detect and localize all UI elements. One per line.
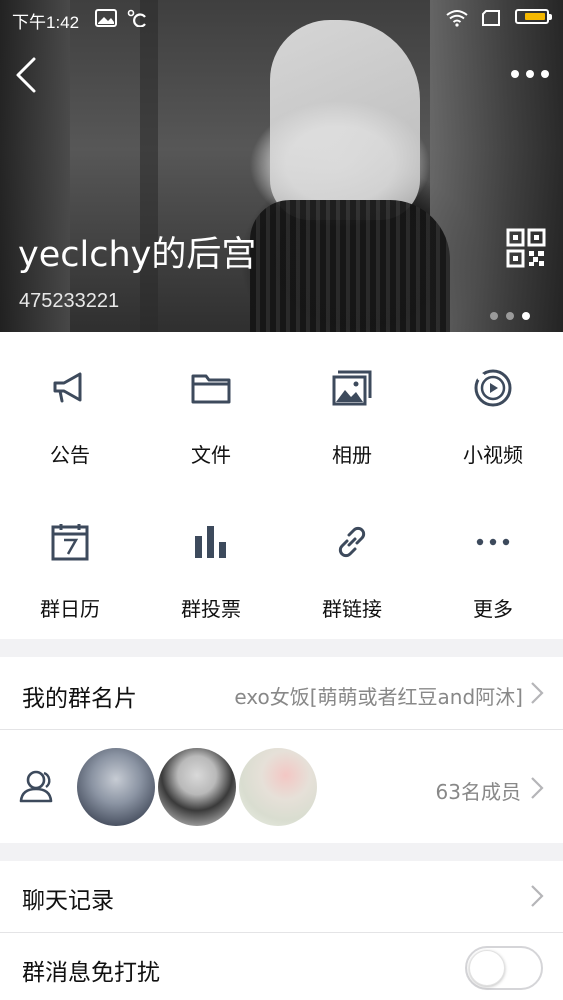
video-icon <box>474 369 512 407</box>
feature-label: 相册 <box>332 443 372 467</box>
my-group-card-value: exo女饭[萌萌或者红豆and阿沐] <box>234 685 523 709</box>
announcement-icon <box>53 372 82 403</box>
feature-short-video[interactable]: 小视频 <box>423 332 563 482</box>
wifi-icon <box>446 10 468 27</box>
feature-vote[interactable]: 群投票 <box>141 486 281 636</box>
cover-photo-shape <box>0 0 70 332</box>
qr-code-button[interactable] <box>506 228 546 268</box>
more-options-button[interactable] <box>508 64 552 84</box>
more-icon <box>476 538 510 546</box>
battery-icon <box>515 9 552 24</box>
group-name: yeclchy的后宫 <box>18 235 257 275</box>
toggle-knob <box>469 950 505 986</box>
status-bar: 下午1:42 <box>0 0 563 34</box>
status-time: 下午1:42 <box>12 13 80 32</box>
feature-calendar[interactable]: 群日历 <box>0 486 140 636</box>
cover-photo-shape <box>250 200 450 332</box>
feature-files[interactable]: 文件 <box>141 332 281 482</box>
chevron-right-icon <box>531 777 544 799</box>
member-count: 63名成员 <box>435 780 521 804</box>
members-row[interactable]: 63名成员 <box>0 730 563 843</box>
members-icon <box>19 770 53 803</box>
calendar-icon <box>51 524 89 561</box>
cover-photo-shape <box>140 0 158 332</box>
group-cover-header: 下午1:42 yeclchy的后宫 475233221 <box>0 0 563 332</box>
vote-icon <box>195 526 226 558</box>
group-profile-screen: 下午1:42 yeclchy的后宫 475233221 公告 文件 相册 小视频… <box>0 0 563 1000</box>
image-notification-icon <box>95 9 117 27</box>
album-icon <box>332 370 372 406</box>
feature-label: 群投票 <box>181 597 241 621</box>
page-dot-active <box>522 312 530 320</box>
chat-history-row[interactable]: 聊天记录 <box>0 861 563 932</box>
link-icon <box>338 526 366 558</box>
chevron-right-icon <box>531 885 544 907</box>
page-dot <box>490 312 498 320</box>
feature-label: 文件 <box>191 443 231 467</box>
do-not-disturb-toggle[interactable] <box>465 946 543 990</box>
folder-icon <box>191 374 231 404</box>
member-avatar[interactable] <box>239 748 317 826</box>
feature-grid: 公告 文件 相册 小视频 群日历 群投票 群链接 更多 <box>0 332 563 639</box>
feature-label: 群日历 <box>40 597 100 621</box>
do-not-disturb-row: 群消息免打扰 <box>0 933 563 1000</box>
my-group-card-label: 我的群名片 <box>22 686 137 712</box>
feature-label: 小视频 <box>463 443 523 467</box>
cover-photo-shape <box>270 20 420 220</box>
member-avatar[interactable] <box>158 748 236 826</box>
feature-label: 公告 <box>50 443 90 467</box>
back-button[interactable] <box>12 56 42 94</box>
member-avatar[interactable] <box>77 748 155 826</box>
battery-level <box>525 13 545 20</box>
feature-label: 群链接 <box>322 597 382 621</box>
feature-album[interactable]: 相册 <box>282 332 422 482</box>
chat-history-label: 聊天记录 <box>22 888 114 914</box>
temperature-icon <box>127 9 146 27</box>
feature-more[interactable]: 更多 <box>423 486 563 636</box>
feature-label: 更多 <box>473 597 513 621</box>
cover-page-indicator <box>490 305 538 324</box>
sim-icon <box>482 10 500 26</box>
chevron-right-icon <box>531 682 544 704</box>
page-dot <box>506 312 514 320</box>
my-group-card-row[interactable]: 我的群名片 exo女饭[萌萌或者红豆and阿沐] <box>0 657 563 729</box>
group-number: 475233221 <box>19 290 120 312</box>
do-not-disturb-label: 群消息免打扰 <box>22 960 160 986</box>
feature-group-link[interactable]: 群链接 <box>282 486 422 636</box>
feature-announcement[interactable]: 公告 <box>0 332 140 482</box>
